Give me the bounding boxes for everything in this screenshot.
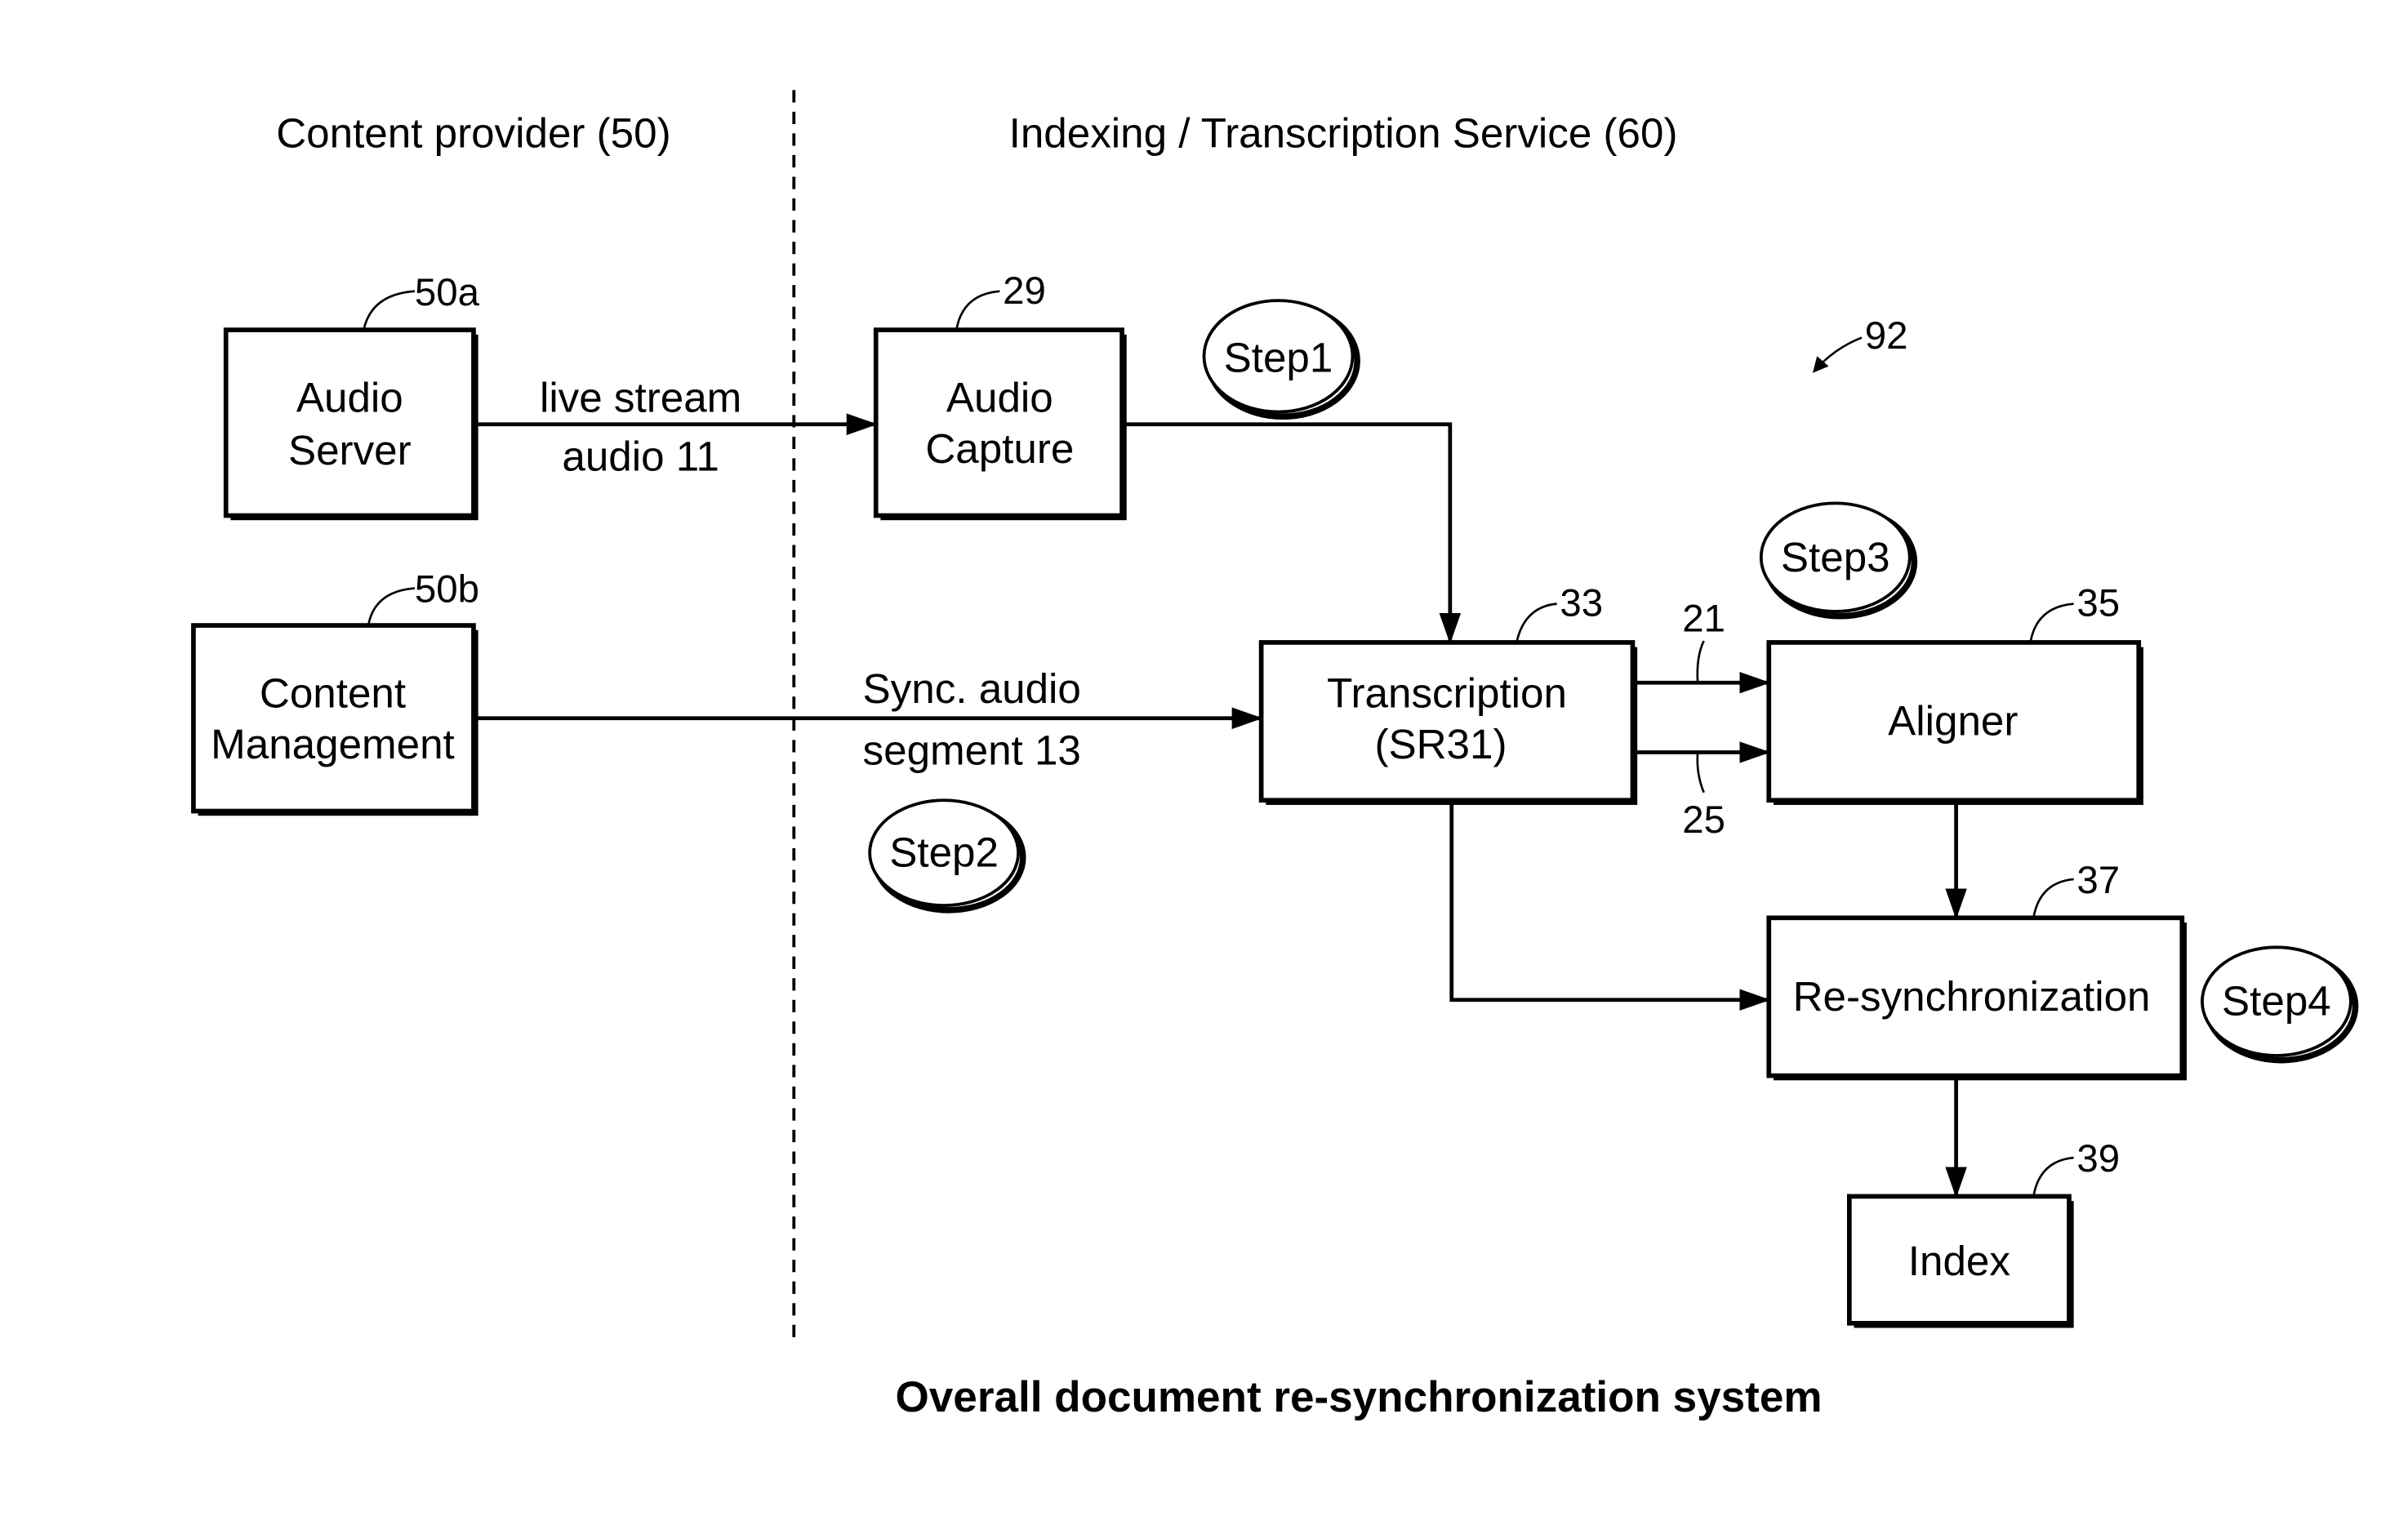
block-index[interactable]: Index: [1846, 1194, 2074, 1328]
step3-badge: Step3: [1759, 501, 1918, 620]
step1-label: Step1: [1224, 334, 1333, 380]
diagram-caption: Overall document re-synchronization syst…: [896, 1373, 1823, 1421]
ref-leader-39: [2032, 1156, 2074, 1197]
index-label: Index: [1908, 1238, 2011, 1284]
sync-audio-label-2: segment 13: [863, 727, 1081, 774]
figure-ref: 92: [1865, 314, 1908, 358]
transcription-line2: (SR31): [1374, 721, 1507, 767]
ref-33: 33: [1560, 582, 1603, 625]
live-stream-label-2: audio 11: [562, 434, 719, 480]
ref-leader-25: [1696, 752, 1705, 794]
region-indexing-service: Indexing / Transcription Service (60): [1009, 109, 1678, 156]
figure-ref-arrow: [1812, 336, 1863, 373]
ref-37: 37: [2076, 859, 2120, 902]
ref-39: 39: [2076, 1137, 2120, 1181]
audio-server-line2: Server: [288, 427, 412, 474]
ref-35: 35: [2076, 582, 2120, 625]
audio-capture-line1: Audio: [946, 375, 1053, 421]
resync-label: Re-synchronization: [1793, 973, 2151, 1020]
block-audio-capture[interactable]: Audio Capture: [873, 327, 1127, 521]
block-content-management[interactable]: Content Management: [191, 623, 478, 816]
ref-leader-35: [2029, 602, 2074, 643]
ref-leader-50a: [363, 290, 416, 331]
audio-capture-line2: Capture: [925, 425, 1074, 472]
block-aligner[interactable]: Aligner: [1766, 640, 2143, 805]
content-management-line2: Management: [211, 721, 455, 767]
region-content-provider: Content provider (50): [276, 109, 670, 156]
diagram-canvas: Content provider (50) Indexing / Transcr…: [191, 90, 2359, 1421]
sync-audio-label-1: Sync. audio: [863, 665, 1081, 712]
ref-29: 29: [1003, 269, 1046, 313]
ref-50a: 50a: [415, 271, 480, 314]
step3-label: Step3: [1781, 534, 1890, 580]
step4-badge: Step4: [2201, 945, 2359, 1064]
ref-50b: 50b: [415, 568, 479, 611]
transcription-line1: Transcription: [1327, 670, 1567, 717]
step4-label: Step4: [2222, 978, 2331, 1025]
block-resynchronization[interactable]: Re-synchronization: [1766, 915, 2187, 1081]
edge-capture-to-transcription: [1122, 422, 1462, 644]
step2-label: Step2: [889, 829, 999, 876]
block-transcription[interactable]: Transcription (SR31): [1258, 640, 1638, 805]
ref-leader-50b: [367, 587, 416, 626]
live-stream-label-1: live stream: [540, 375, 741, 421]
ref-leader-21: [1696, 640, 1705, 683]
block-audio-server[interactable]: Audio Server: [223, 327, 478, 521]
ref-leader-33: [1516, 602, 1557, 643]
audio-server-line1: Audio: [296, 375, 403, 421]
ref-leader-37: [2032, 878, 2074, 918]
ref-leader-29: [955, 290, 1000, 331]
content-management-line1: Content: [260, 670, 406, 717]
step2-badge: Step2: [868, 798, 1026, 914]
aligner-label: Aligner: [1888, 698, 2018, 745]
ref-25: 25: [1682, 798, 1725, 842]
step1-badge: Step1: [1202, 299, 1360, 420]
ref-21: 21: [1682, 598, 1725, 641]
